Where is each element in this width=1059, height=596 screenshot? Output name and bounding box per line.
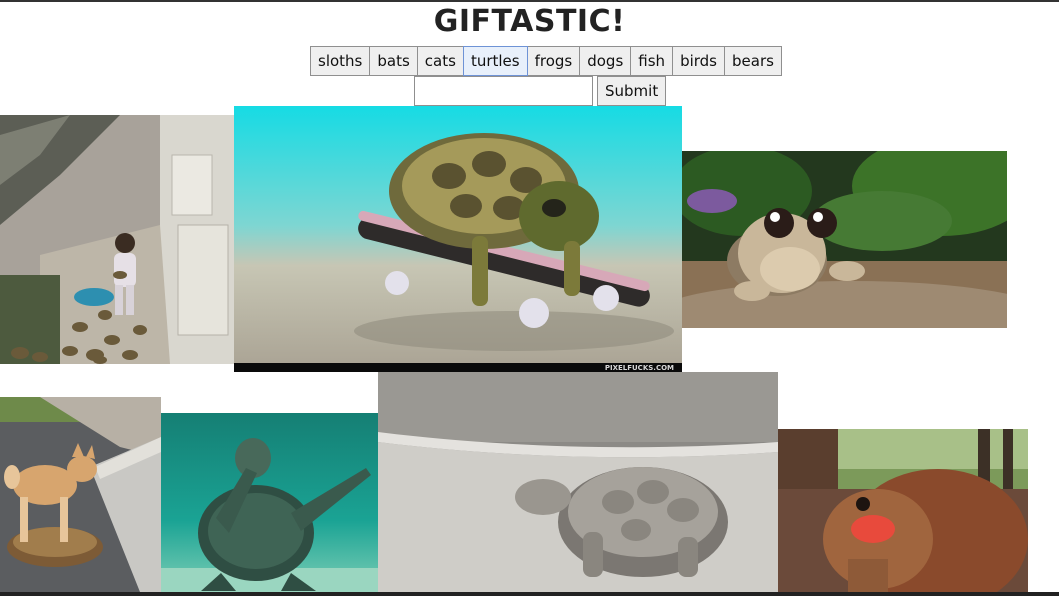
- topic-button-turtles[interactable]: turtles: [462, 46, 528, 76]
- topic-button-birds[interactable]: birds: [672, 46, 725, 76]
- gif-tortoise-walking[interactable]: [378, 372, 778, 592]
- gif-cartoon-baby-turtle[interactable]: [682, 151, 1007, 328]
- top-border: [0, 0, 1059, 2]
- gif-sea-turtle-swimming[interactable]: [161, 413, 378, 592]
- topic-button-sloths[interactable]: sloths: [310, 46, 371, 76]
- topic-button-cats[interactable]: cats: [416, 46, 464, 76]
- topic-button-bears[interactable]: bears: [724, 46, 782, 76]
- submit-button[interactable]: Submit: [597, 76, 667, 106]
- topic-button-dogs[interactable]: dogs: [579, 46, 632, 76]
- gif-turtle-skateboard[interactable]: PIXELFUCKS.COM: [234, 106, 682, 372]
- bottom-border: [0, 592, 1059, 596]
- page-title: GIFTASTIC!: [433, 4, 626, 39]
- topic-input[interactable]: [414, 76, 593, 106]
- gif-dog-riding-tortoise[interactable]: [0, 397, 161, 592]
- topic-button-row: sloths bats cats turtles frogs dogs fish…: [310, 46, 782, 76]
- topic-button-frogs[interactable]: frogs: [526, 46, 581, 76]
- gif-child-with-tortoises[interactable]: [0, 115, 234, 364]
- add-topic-form: Submit: [414, 76, 667, 106]
- gif-tortoise-open-mouth[interactable]: [778, 429, 1028, 592]
- topic-button-fish[interactable]: fish: [630, 46, 674, 76]
- topic-button-bats[interactable]: bats: [369, 46, 418, 76]
- gif-watermark: PIXELFUCKS.COM: [605, 364, 674, 372]
